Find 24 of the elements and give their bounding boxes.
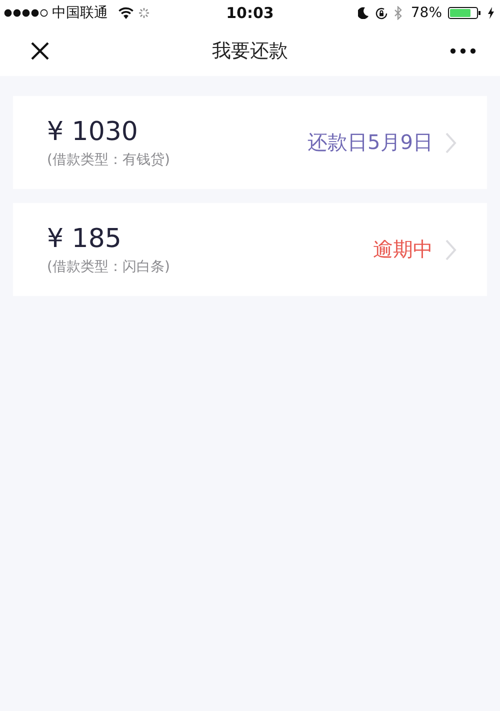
loan-amount: ¥ 185 bbox=[47, 224, 122, 254]
chevron-icon bbox=[445, 238, 457, 260]
loan-type: (借款类型：闪白条) bbox=[47, 258, 171, 276]
close-icon bbox=[30, 41, 50, 61]
battery-percent: 78% bbox=[410, 5, 442, 21]
loan-card[interactable]: ¥ 1030 (借款类型：有钱贷) 还款日5月9日 bbox=[13, 96, 487, 189]
loan-status: 逾期中 bbox=[373, 236, 433, 263]
moon-icon bbox=[358, 7, 369, 19]
loan-amount: ¥ 1030 bbox=[47, 116, 139, 146]
bluetooth-icon bbox=[394, 6, 403, 20]
loan-status: 还款日5月9日 bbox=[308, 129, 433, 156]
loan-type: (借款类型：有钱贷) bbox=[47, 150, 171, 168]
battery-icon bbox=[448, 7, 482, 19]
loan-card[interactable]: ¥ 185 (借款类型：闪白条) 逾期中 bbox=[13, 203, 487, 296]
wifi-icon bbox=[118, 7, 134, 19]
signal-icon bbox=[4, 9, 48, 17]
rotation-lock-icon bbox=[374, 6, 388, 20]
carrier-name: 中国联通 bbox=[52, 4, 108, 22]
more-icon bbox=[450, 48, 476, 54]
charging-icon bbox=[488, 7, 494, 19]
page-title: 我要还款 bbox=[212, 39, 288, 64]
chevron-icon bbox=[445, 132, 457, 154]
spinner-icon bbox=[138, 7, 150, 19]
clock-time: 10:03 bbox=[226, 4, 274, 22]
